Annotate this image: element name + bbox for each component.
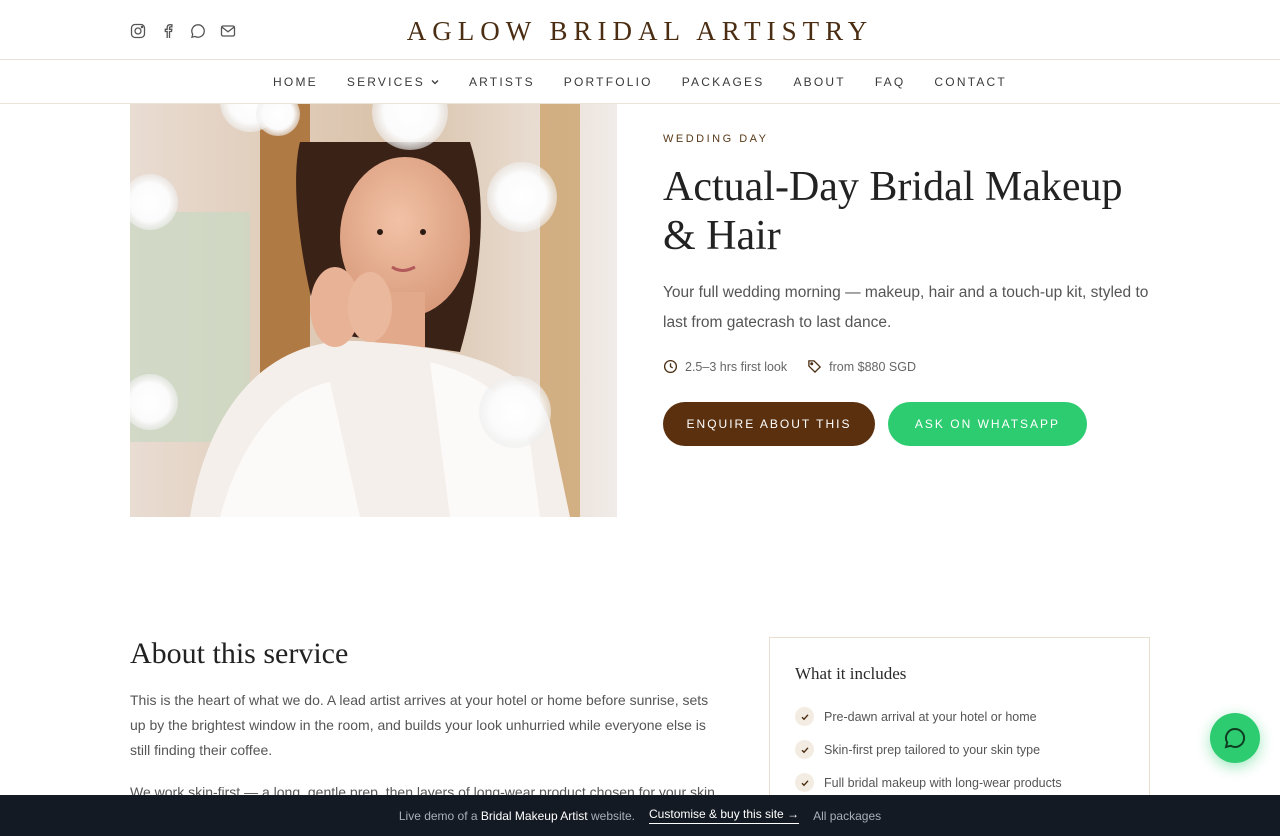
nav-contact-label: CONTACT	[934, 74, 1007, 89]
list-item: Skin-first prep tailored to your skin ty…	[795, 733, 1124, 766]
duration-meta: 2.5–3 hrs first look	[663, 359, 787, 374]
list-item: Pre-dawn arrival at your hotel or home	[795, 700, 1124, 733]
page-title: Actual-Day Bridal Makeup & Hair	[663, 164, 1123, 259]
price-meta: from $880 SGD	[807, 359, 916, 374]
include-text: Pre-dawn arrival at your hotel or home	[824, 709, 1037, 724]
nav-services-label: SERVICES	[346, 74, 425, 89]
chat-bubble-icon	[1222, 725, 1248, 751]
main-nav: HOME SERVICES ARTISTS PORTFOLIO PACKAGES…	[0, 60, 1280, 104]
check-icon	[795, 740, 814, 759]
brand-logo[interactable]: AGLOW BRIDAL ARTISTRY	[0, 16, 1280, 47]
include-text: Full bridal makeup with long-wear produc…	[824, 775, 1062, 790]
nav-portfolio[interactable]: PORTFOLIO	[549, 75, 667, 89]
service-meta: 2.5–3 hrs first look from $880 SGD	[663, 359, 936, 374]
nav-services[interactable]: SERVICES	[332, 75, 454, 89]
customise-link[interactable]: Customise & buy this site →	[649, 807, 800, 824]
nav-home-label: HOME	[273, 74, 318, 89]
chat-button[interactable]	[1210, 713, 1260, 763]
nav-about[interactable]: ABOUT	[779, 75, 860, 89]
clock-icon	[663, 359, 678, 374]
includes-list: Pre-dawn arrival at your hotel or home S…	[795, 700, 1124, 799]
nav-portfolio-label: PORTFOLIO	[563, 74, 653, 89]
nav-packages-label: PACKAGES	[681, 74, 765, 89]
nav-faq[interactable]: FAQ	[860, 75, 920, 89]
duration-text: 2.5–3 hrs first look	[685, 359, 788, 374]
enquire-button[interactable]: ENQUIRE ABOUT THIS	[663, 402, 875, 446]
price-text: from $880 SGD	[829, 359, 916, 374]
includes-heading: What it includes	[795, 664, 907, 683]
check-icon	[795, 773, 814, 792]
nav-faq-label: FAQ	[874, 74, 906, 89]
chevron-down-icon	[430, 77, 440, 87]
hero-photo	[130, 62, 617, 517]
nav-contact[interactable]: CONTACT	[920, 75, 1022, 89]
check-icon	[795, 707, 814, 726]
nav-about-label: ABOUT	[793, 74, 846, 89]
whatsapp-button[interactable]: ASK ON WHATSAPP	[888, 402, 1087, 446]
nav-home[interactable]: HOME	[259, 75, 333, 89]
about-heading: About this service	[130, 637, 349, 670]
service-category: WEDDING DAY	[663, 133, 769, 145]
packages-link[interactable]: All packages	[813, 809, 881, 823]
top-bar: AGLOW BRIDAL ARTISTRY	[0, 0, 1280, 60]
price-tag-icon	[807, 359, 822, 374]
demo-site-type: Bridal Makeup Artist	[480, 808, 588, 823]
service-description: Your full wedding morning — makeup, hair…	[663, 284, 1149, 331]
include-text: Skin-first prep tailored to your skin ty…	[824, 742, 1041, 757]
nav-artists-label: ARTISTS	[468, 74, 535, 89]
about-paragraph-1: This is the heart of what we do. A lead …	[130, 692, 709, 758]
demo-bar: Live demo of a Bridal Makeup Artist webs…	[0, 795, 1280, 836]
demo-suffix: website.	[590, 808, 636, 823]
nav-packages[interactable]: PACKAGES	[667, 75, 779, 89]
demo-prefix: Live demo of a	[398, 808, 478, 823]
nav-artists[interactable]: ARTISTS	[454, 75, 549, 89]
